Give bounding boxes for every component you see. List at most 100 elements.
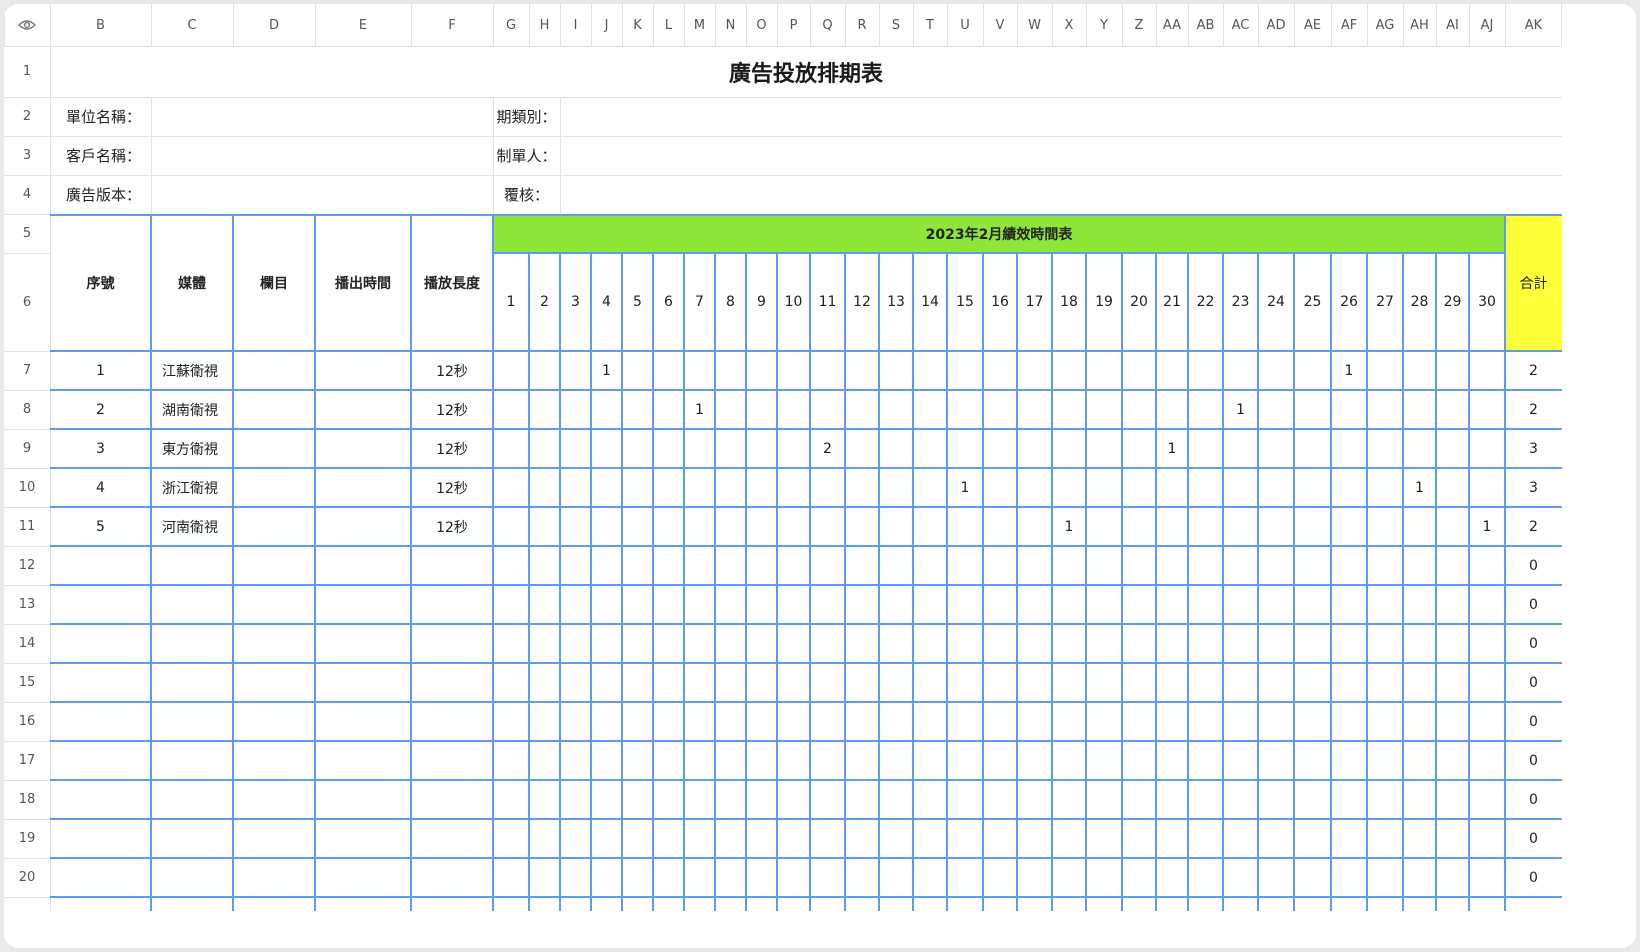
day-cell[interactable] <box>529 429 560 468</box>
day-cell[interactable] <box>983 663 1017 702</box>
day-cell[interactable] <box>560 663 591 702</box>
day-cell[interactable] <box>684 351 715 390</box>
day-cell[interactable] <box>879 468 913 507</box>
day-cell[interactable] <box>1469 624 1505 663</box>
column-name-cell[interactable] <box>233 351 315 390</box>
day-cell[interactable] <box>1436 858 1469 897</box>
column-header[interactable]: W <box>1017 4 1052 46</box>
day-cell[interactable] <box>947 741 983 780</box>
day-cell[interactable] <box>845 390 879 429</box>
day-cell[interactable] <box>1017 741 1052 780</box>
day-cell[interactable] <box>777 624 810 663</box>
day-cell[interactable] <box>983 546 1017 585</box>
day-cell[interactable] <box>947 858 983 897</box>
day-cell[interactable] <box>1331 429 1367 468</box>
day-cell[interactable] <box>810 468 845 507</box>
day-cell[interactable] <box>913 780 947 819</box>
day-cell[interactable] <box>879 663 913 702</box>
row-header[interactable]: 6 <box>4 253 50 351</box>
day-cell[interactable] <box>1188 351 1223 390</box>
day-cell[interactable] <box>777 468 810 507</box>
day-cell[interactable] <box>684 741 715 780</box>
day-cell[interactable] <box>810 546 845 585</box>
day-cell[interactable] <box>1052 546 1086 585</box>
day-cell[interactable] <box>777 702 810 741</box>
seq-cell[interactable] <box>50 702 151 741</box>
day-cell[interactable] <box>715 819 746 858</box>
day-cell[interactable] <box>493 429 529 468</box>
day-cell[interactable] <box>913 741 947 780</box>
day-cell[interactable] <box>1294 468 1331 507</box>
day-cell[interactable] <box>1188 546 1223 585</box>
day-cell[interactable] <box>1017 585 1052 624</box>
day-cell[interactable] <box>947 780 983 819</box>
day-cell[interactable] <box>1469 819 1505 858</box>
duration-cell[interactable] <box>411 819 493 858</box>
day-cell[interactable] <box>622 546 653 585</box>
day-cell[interactable] <box>1086 546 1122 585</box>
day-cell[interactable] <box>1223 858 1258 897</box>
day-cell[interactable] <box>684 858 715 897</box>
day-cell[interactable] <box>983 585 1017 624</box>
day-cell[interactable] <box>1331 390 1367 429</box>
row-header[interactable]: 12 <box>4 546 50 585</box>
day-cell[interactable] <box>913 819 947 858</box>
day-cell[interactable] <box>622 468 653 507</box>
day-cell[interactable] <box>560 702 591 741</box>
day-cell[interactable] <box>493 546 529 585</box>
day-cell[interactable] <box>1331 858 1367 897</box>
day-cell[interactable] <box>746 663 777 702</box>
day-cell[interactable] <box>715 585 746 624</box>
day-cell[interactable] <box>560 585 591 624</box>
day-cell[interactable] <box>1223 585 1258 624</box>
day-cell[interactable] <box>845 780 879 819</box>
day-cell[interactable] <box>622 507 653 546</box>
column-header[interactable]: I <box>560 4 591 46</box>
day-cell[interactable] <box>1086 663 1122 702</box>
seq-cell[interactable] <box>50 663 151 702</box>
day-cell[interactable] <box>1188 585 1223 624</box>
day-cell[interactable] <box>879 351 913 390</box>
day-cell[interactable] <box>591 546 622 585</box>
column-header[interactable]: AI <box>1436 4 1469 46</box>
day-cell[interactable] <box>746 429 777 468</box>
day-cell[interactable] <box>1367 390 1403 429</box>
day-cell[interactable] <box>684 507 715 546</box>
column-header[interactable]: AB <box>1188 4 1223 46</box>
day-cell[interactable] <box>1052 429 1086 468</box>
day-cell[interactable] <box>983 390 1017 429</box>
air-time-cell[interactable] <box>315 390 411 429</box>
day-cell[interactable] <box>1223 351 1258 390</box>
day-cell[interactable] <box>560 741 591 780</box>
day-cell[interactable]: 1 <box>1052 507 1086 546</box>
day-cell[interactable] <box>1156 819 1188 858</box>
day-cell[interactable] <box>879 390 913 429</box>
day-cell[interactable] <box>622 702 653 741</box>
column-header[interactable]: AG <box>1367 4 1403 46</box>
day-cell[interactable] <box>913 858 947 897</box>
day-cell[interactable] <box>1367 819 1403 858</box>
day-cell[interactable] <box>1017 390 1052 429</box>
day-cell[interactable] <box>1331 741 1367 780</box>
day-cell[interactable] <box>1331 780 1367 819</box>
day-cell[interactable] <box>1017 624 1052 663</box>
day-cell[interactable] <box>1403 546 1436 585</box>
day-cell[interactable] <box>879 429 913 468</box>
day-cell[interactable] <box>560 858 591 897</box>
day-cell[interactable] <box>529 663 560 702</box>
day-cell[interactable] <box>1122 780 1156 819</box>
day-cell[interactable] <box>1223 468 1258 507</box>
media-cell[interactable]: 東方衛視 <box>151 429 233 468</box>
day-cell[interactable] <box>1294 546 1331 585</box>
day-cell[interactable] <box>845 351 879 390</box>
media-cell[interactable] <box>151 741 233 780</box>
day-cell[interactable] <box>1223 429 1258 468</box>
column-name-cell[interactable] <box>233 663 315 702</box>
day-cell[interactable] <box>653 429 684 468</box>
day-cell[interactable] <box>1294 819 1331 858</box>
day-cell[interactable] <box>560 546 591 585</box>
day-cell[interactable] <box>1188 390 1223 429</box>
day-cell[interactable] <box>684 819 715 858</box>
day-cell[interactable] <box>1403 663 1436 702</box>
day-cell[interactable] <box>1122 351 1156 390</box>
